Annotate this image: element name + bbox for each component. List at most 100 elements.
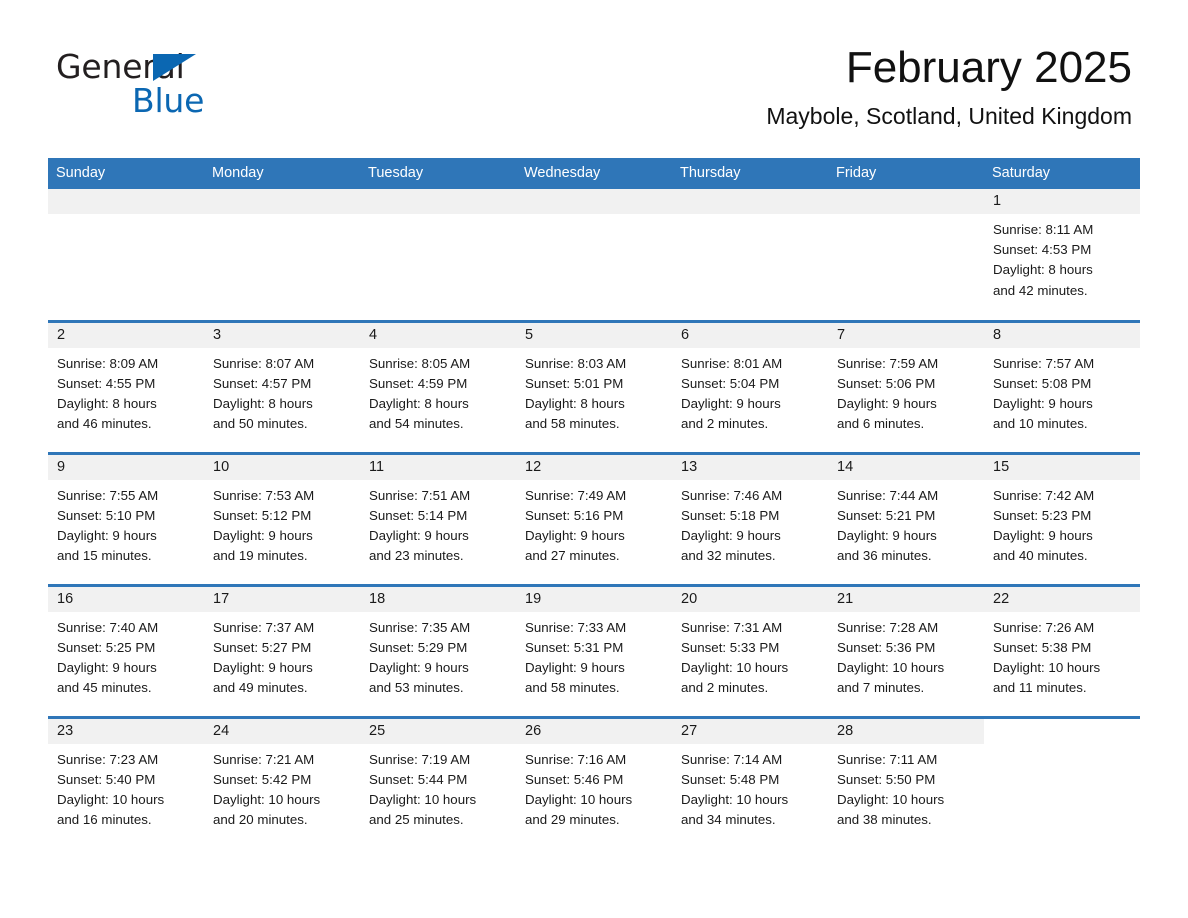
generalblue-logo[interactable]: General Blue (56, 50, 204, 117)
calendar-day-cell[interactable]: 25 Sunrise: 7:19 AM Sunset: 5:44 PM Dayligh… (360, 715, 516, 850)
calendar-day-cell[interactable]: 6 Sunrise: 8:01 AM Sunset: 5:04 PM Daylight… (672, 319, 828, 453)
daylight-text-cont: and 58 minutes. (525, 416, 620, 432)
calendar-day-cell[interactable]: 18 Sunrise: 7:35 AM Sunset: 5:29 PM Dayligh… (360, 583, 516, 717)
daylight-text: Daylight: 9 hours (57, 659, 157, 675)
sunset-text: Sunset: 5:10 PM (57, 507, 156, 523)
day-number: 24 (204, 718, 360, 744)
sunrise-text: Sunrise: 7:40 AM (57, 619, 159, 635)
day-cell-inner: 4 Sunrise: 8:05 AM Sunset: 4:59 PM Daylight… (360, 322, 516, 452)
daylight-text-cont: and 19 minutes. (213, 548, 308, 564)
day-sun-details: Sunrise: 7:49 AM Sunset: 5:16 PM Daylight:… (516, 480, 672, 567)
day-number: 26 (516, 718, 672, 744)
calendar-day-cell[interactable]: 14 Sunrise: 7:44 AM Sunset: 5:21 PM Dayligh… (828, 451, 984, 585)
day-number: 7 (828, 322, 984, 348)
daylight-text: Daylight: 10 hours (837, 659, 945, 675)
day-number: 21 (828, 586, 984, 612)
day-cell-inner: 19 Sunrise: 7:33 AM Sunset: 5:31 PM Dayligh… (516, 586, 672, 716)
calendar-day-cell[interactable]: 9 Sunrise: 7:55 AM Sunset: 5:10 PM Daylight… (48, 451, 204, 585)
day-cell-inner: 25 Sunrise: 7:19 AM Sunset: 5:44 PM Dayligh… (360, 718, 516, 850)
calendar-day-cell[interactable]: 21 Sunrise: 7:28 AM Sunset: 5:36 PM Dayligh… (828, 583, 984, 717)
calendar-empty-cell (516, 189, 672, 321)
sunrise-text: Sunrise: 7:11 AM (837, 751, 938, 767)
calendar-day-cell[interactable]: 13 Sunrise: 7:46 AM Sunset: 5:18 PM Dayligh… (672, 451, 828, 585)
calendar-day-cell[interactable]: 26 Sunrise: 7:16 AM Sunset: 5:46 PM Dayligh… (516, 715, 672, 849)
day-sun-details: Sunrise: 7:21 AM Sunset: 5:42 PM Daylight:… (204, 744, 360, 831)
calendar-day-cell[interactable]: 19 Sunrise: 7:33 AM Sunset: 5:31 PM Dayligh… (516, 583, 672, 717)
sunset-text: Sunset: 5:27 PM (213, 639, 312, 655)
sunset-text: Sunset: 5:48 PM (681, 771, 780, 787)
day-cell-inner: 24 Sunrise: 7:21 AM Sunset: 5:42 PM Dayligh… (204, 718, 360, 850)
day-number: 25 (360, 718, 516, 744)
day-sun-details: Sunrise: 7:42 AM Sunset: 5:23 PM Daylight:… (984, 480, 1140, 567)
calendar-empty-cell (672, 189, 828, 321)
sunset-text: Sunset: 4:55 PM (57, 375, 156, 391)
daylight-text-cont: and 40 minutes. (993, 548, 1088, 564)
weekday-header-sunday: Sunday (48, 158, 204, 189)
sunset-text: Sunset: 5:44 PM (369, 771, 468, 787)
calendar-day-cell[interactable]: 4 Sunrise: 8:05 AM Sunset: 4:59 PM Daylight… (360, 319, 516, 453)
sunset-text: Sunset: 5:23 PM (993, 507, 1092, 523)
day-cell-inner: 22 Sunrise: 7:26 AM Sunset: 5:38 PM Dayligh… (984, 586, 1140, 716)
daylight-text: Daylight: 10 hours (57, 791, 165, 807)
sunrise-text: Sunrise: 7:35 AM (369, 619, 471, 635)
day-sun-details: Sunrise: 7:19 AM Sunset: 5:44 PM Daylight:… (360, 744, 516, 831)
daylight-text: Daylight: 9 hours (57, 527, 157, 543)
sunset-text: Sunset: 5:18 PM (681, 507, 780, 523)
calendar-day-cell[interactable]: 16 Sunrise: 7:40 AM Sunset: 5:25 PM Dayligh… (48, 583, 204, 717)
calendar-day-cell[interactable]: 22 Sunrise: 7:26 AM Sunset: 5:38 PM Dayligh… (984, 583, 1140, 717)
day-number (48, 189, 204, 214)
daylight-text-cont: and 58 minutes. (525, 680, 620, 696)
day-cell-inner: 23 Sunrise: 7:23 AM Sunset: 5:40 PM Dayligh… (48, 718, 204, 850)
daylight-text: Daylight: 9 hours (993, 527, 1093, 543)
day-cell-inner: 18 Sunrise: 7:35 AM Sunset: 5:29 PM Dayligh… (360, 586, 516, 716)
calendar-day-cell[interactable]: 3 Sunrise: 8:07 AM Sunset: 4:57 PM Daylight… (204, 319, 360, 453)
daylight-text-cont: and 46 minutes. (57, 416, 152, 432)
day-cell-inner: 13 Sunrise: 7:46 AM Sunset: 5:18 PM Dayligh… (672, 454, 828, 584)
day-sun-details: Sunrise: 8:05 AM Sunset: 4:59 PM Daylight:… (360, 348, 516, 435)
sunset-text: Sunset: 5:12 PM (213, 507, 312, 523)
day-cell-inner: 16 Sunrise: 7:40 AM Sunset: 5:25 PM Dayligh… (48, 586, 204, 716)
sunrise-text: Sunrise: 7:59 AM (837, 355, 939, 371)
masthead: General Blue February 2025 Maybole, Scot… (0, 0, 1188, 129)
sunset-text: Sunset: 5:14 PM (369, 507, 468, 523)
sunset-text: Sunset: 5:08 PM (993, 375, 1092, 391)
sunset-text: Sunset: 5:31 PM (525, 639, 624, 655)
day-number: 8 (984, 322, 1140, 348)
day-sun-details: Sunrise: 7:57 AM Sunset: 5:08 PM Daylight:… (984, 348, 1140, 435)
day-sun-details: Sunrise: 7:46 AM Sunset: 5:18 PM Daylight:… (672, 480, 828, 567)
day-sun-details: Sunrise: 7:23 AM Sunset: 5:40 PM Daylight:… (48, 744, 204, 831)
calendar-day-cell[interactable]: 1 Sunrise: 8:11 AM Sunset: 4:53 PM Daylight… (984, 189, 1140, 321)
calendar-day-cell[interactable]: 15 Sunrise: 7:42 AM Sunset: 5:23 PM Dayligh… (984, 451, 1140, 585)
day-sun-details: Sunrise: 7:28 AM Sunset: 5:36 PM Daylight:… (828, 612, 984, 699)
calendar-day-cell[interactable]: 2 Sunrise: 8:09 AM Sunset: 4:55 PM Daylight… (48, 319, 204, 453)
day-cell-inner: 14 Sunrise: 7:44 AM Sunset: 5:21 PM Dayligh… (828, 454, 984, 584)
calendar-week-row: 9 Sunrise: 7:55 AM Sunset: 5:10 PM Daylight… (48, 451, 1140, 585)
day-number (204, 189, 360, 214)
calendar-day-cell[interactable]: 17 Sunrise: 7:37 AM Sunset: 5:27 PM Dayligh… (204, 583, 360, 717)
sunrise-text: Sunrise: 8:07 AM (213, 355, 315, 371)
calendar-day-cell[interactable]: 24 Sunrise: 7:21 AM Sunset: 5:42 PM Dayligh… (204, 715, 360, 850)
calendar-day-cell[interactable]: 12 Sunrise: 7:49 AM Sunset: 5:16 PM Dayligh… (516, 451, 672, 585)
day-cell-inner: 7 Sunrise: 7:59 AM Sunset: 5:06 PM Daylight… (828, 322, 984, 452)
calendar-day-cell[interactable]: 11 Sunrise: 7:51 AM Sunset: 5:14 PM Dayligh… (360, 451, 516, 585)
calendar-day-cell[interactable]: 7 Sunrise: 7:59 AM Sunset: 5:06 PM Daylight… (828, 319, 984, 453)
day-cell-inner: 6 Sunrise: 8:01 AM Sunset: 5:04 PM Daylight… (672, 322, 828, 452)
daylight-text: Daylight: 9 hours (837, 527, 937, 543)
calendar-day-cell[interactable]: 8 Sunrise: 7:57 AM Sunset: 5:08 PM Daylight… (984, 319, 1140, 453)
day-cell-inner (516, 189, 672, 320)
calendar-day-cell[interactable]: 27 Sunrise: 7:14 AM Sunset: 5:48 PM Dayligh… (672, 715, 828, 849)
calendar-day-cell[interactable]: 10 Sunrise: 7:53 AM Sunset: 5:12 PM Dayligh… (204, 451, 360, 585)
day-number: 12 (516, 454, 672, 480)
sunrise-text: Sunrise: 8:01 AM (681, 355, 783, 371)
day-cell-inner (204, 189, 360, 320)
calendar-day-cell[interactable]: 5 Sunrise: 8:03 AM Sunset: 5:01 PM Daylight… (516, 319, 672, 453)
calendar-day-cell[interactable]: 20 Sunrise: 7:31 AM Sunset: 5:33 PM Dayligh… (672, 583, 828, 717)
calendar-empty-cell (984, 715, 1140, 849)
calendar-week-row: 2 Sunrise: 8:09 AM Sunset: 4:55 PM Daylight… (48, 319, 1140, 453)
day-sun-details: Sunrise: 7:51 AM Sunset: 5:14 PM Daylight:… (360, 480, 516, 567)
calendar-day-cell[interactable]: 23 Sunrise: 7:23 AM Sunset: 5:40 PM Dayligh… (48, 715, 204, 850)
daylight-text: Daylight: 9 hours (213, 527, 313, 543)
day-number: 16 (48, 586, 204, 612)
calendar-day-cell[interactable]: 28 Sunrise: 7:11 AM Sunset: 5:50 PM Dayligh… (828, 715, 984, 849)
sunrise-text: Sunrise: 8:05 AM (369, 355, 471, 371)
